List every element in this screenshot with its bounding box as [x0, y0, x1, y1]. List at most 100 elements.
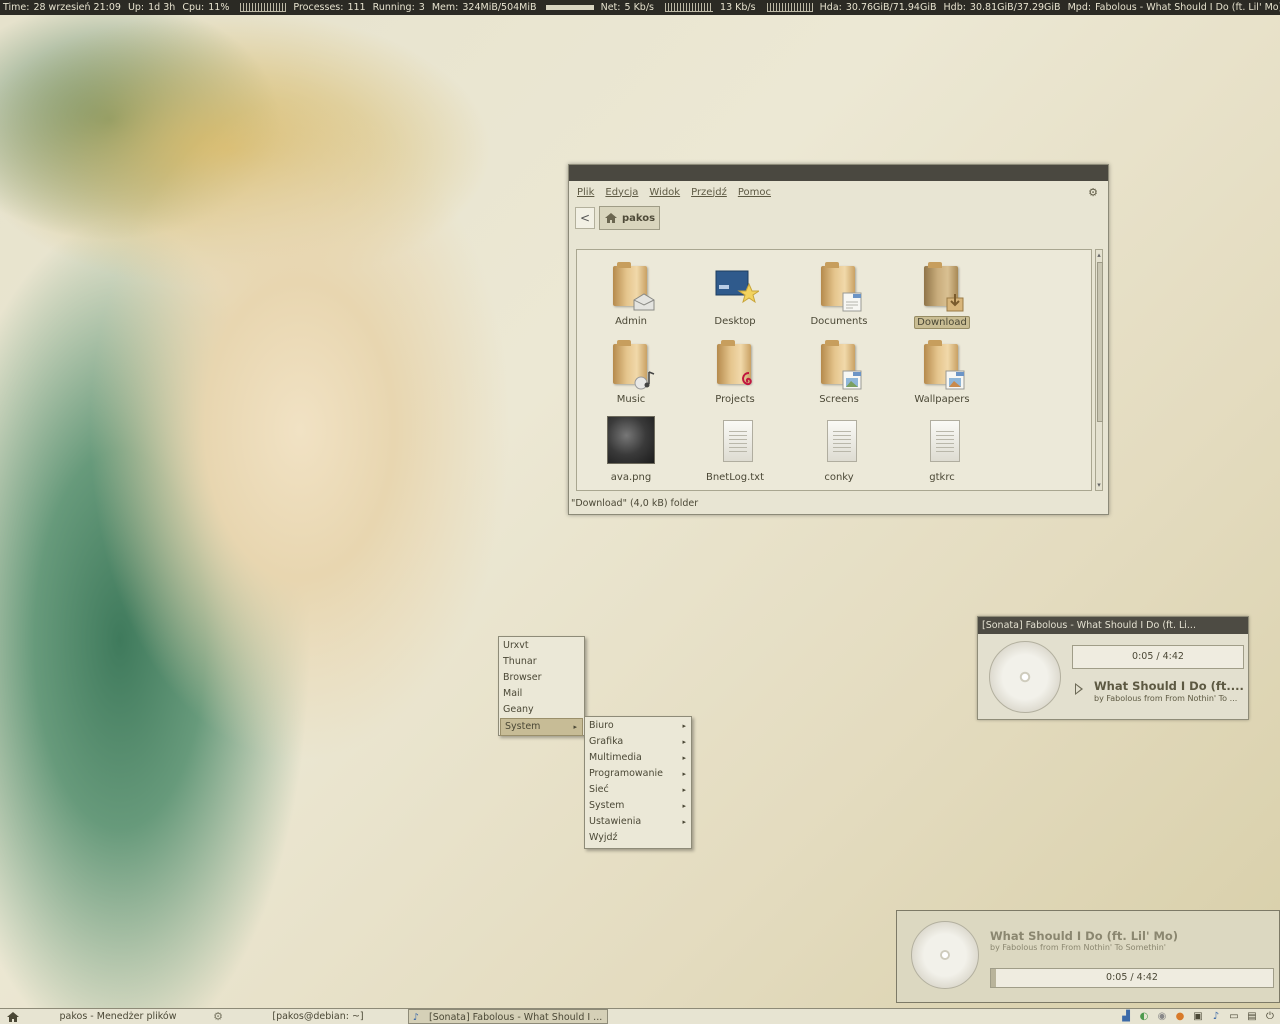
windows-list-icon[interactable]: ▤ [1246, 1011, 1258, 1023]
path-bar: < pakos [569, 203, 1108, 233]
taskbar: pakos - Menedżer plików ⚙ [pakos@debian:… [0, 1008, 1280, 1024]
submenu-arrow-icon: ▸ [573, 723, 577, 731]
window-titlebar[interactable] [569, 165, 1108, 181]
icon-view[interactable]: Admin Desktop Documents Download Music P… [576, 249, 1092, 491]
scroll-down-arrow-icon[interactable]: ▾ [1096, 481, 1102, 489]
power-icon[interactable]: ⏻ [1264, 1011, 1276, 1023]
mem-value: 324MiB/504MiB [462, 2, 537, 13]
file-manager-window[interactable]: Plik Edycja Widok Przejdź Pomoc ⚙ < pako… [568, 164, 1109, 515]
submenu-item-system[interactable]: System ▸ [585, 798, 691, 814]
cpu-graph [240, 3, 287, 12]
taskbar-item-terminal[interactable]: [pakos@debian: ~] [232, 1009, 404, 1024]
breadcrumb-label: pakos [622, 212, 656, 224]
sonata-progress-bar[interactable]: 0:05 / 4:42 [1072, 645, 1244, 669]
net-up-value: 13 Kb/s [720, 2, 756, 13]
status-bar: "Download" (4,0 kB) folder [571, 498, 699, 509]
back-button[interactable]: < [575, 207, 595, 229]
file-item-music[interactable]: Music [591, 338, 671, 405]
submenu-arrow-icon: ▸ [682, 738, 686, 746]
file-item-download[interactable]: Download [902, 260, 982, 329]
taskbar-item-file-manager[interactable]: pakos - Menedżer plików [30, 1009, 206, 1024]
menu-item-label: System [589, 800, 625, 811]
file-label: Wallpapers [914, 394, 970, 405]
submenu-arrow-icon: ▸ [682, 722, 686, 730]
menu-item-browser[interactable]: Browser [499, 670, 584, 686]
file-item-conky[interactable]: conky [799, 416, 879, 483]
menu-item-label: Biuro [589, 720, 614, 731]
scrollbar-thumb[interactable] [1097, 262, 1103, 422]
sonata-time: 0:05 / 4:42 [1132, 651, 1184, 662]
menu-view[interactable]: Widok [649, 187, 680, 198]
menu-file[interactable]: Plik [577, 187, 594, 198]
text-file-icon [914, 416, 970, 470]
file-item-projects[interactable]: Projects [695, 338, 775, 405]
file-label: Documents [810, 316, 868, 327]
gear-icon[interactable]: ⚙ [208, 1009, 228, 1024]
start-menu-button[interactable] [2, 1009, 24, 1024]
time-label: Time: [3, 2, 30, 13]
submenu-arrow-icon: ▸ [682, 786, 686, 794]
taskbar-item-sonata[interactable]: ♪ [Sonata] Fabolous - What Should I ... [408, 1009, 608, 1024]
scroll-up-arrow-icon[interactable]: ▴ [1096, 251, 1102, 259]
menu-go[interactable]: Przejdź [691, 187, 727, 198]
progress-fill [991, 969, 997, 987]
window-icon[interactable]: ▭ [1228, 1011, 1240, 1023]
menu-help[interactable]: Pomoc [738, 187, 771, 198]
mem-bar [545, 5, 594, 10]
mpd-label: Mpd: [1067, 2, 1092, 13]
chat-icon[interactable]: ◐ [1138, 1011, 1150, 1023]
home-icon [7, 1012, 19, 1022]
menu-item-thunar[interactable]: Thunar [499, 654, 584, 670]
music-note-icon[interactable]: ♪ [1210, 1011, 1222, 1023]
menu-item-system[interactable]: System ▸ [500, 718, 583, 736]
home-icon [605, 213, 617, 223]
file-item-bnetlog[interactable]: BnetLog.txt [695, 416, 775, 483]
text-file-icon [707, 416, 763, 470]
conky-status-bar: Time: 28 wrzesień 21:09 Up: 1d 3h Cpu: 11% … [0, 0, 1280, 15]
file-item-wallpapers[interactable]: Wallpapers [902, 338, 982, 405]
breadcrumb-home[interactable]: pakos [599, 206, 661, 230]
submenu-item-grafika[interactable]: Grafika ▸ [585, 734, 691, 750]
throbber-icon: ⚙ [1088, 185, 1098, 199]
disk-icon[interactable]: ◉ [1156, 1011, 1168, 1023]
file-label: Music [616, 394, 646, 405]
file-label: BnetLog.txt [705, 472, 765, 483]
terminal-icon[interactable]: ▣ [1192, 1011, 1204, 1023]
menu-item-mail[interactable]: Mail [499, 686, 584, 702]
submenu-item-ustawienia[interactable]: Ustawienia ▸ [585, 814, 691, 830]
folder-mail-icon [603, 260, 659, 314]
hda-label: Hda: [819, 2, 842, 13]
submenu-item-multimedia[interactable]: Multimedia ▸ [585, 750, 691, 766]
submenu-item-siec[interactable]: Sieć ▸ [585, 782, 691, 798]
vertical-scrollbar[interactable]: ▴ ▾ [1095, 249, 1103, 491]
file-item-documents[interactable]: Documents [799, 260, 879, 327]
sonata-window[interactable]: [Sonata] Fabolous - What Should I Do (ft… [977, 616, 1249, 720]
track-notification[interactable]: What Should I Do (ft. Lil' Mo) by Fabolo… [896, 910, 1280, 1003]
running-label: Running: [372, 2, 415, 13]
submenu-arrow-icon: ▸ [682, 802, 686, 810]
file-item-admin[interactable]: Admin [591, 260, 671, 327]
menu-edit[interactable]: Edycja [605, 187, 638, 198]
submenu-item-programowanie[interactable]: Programowanie ▸ [585, 766, 691, 782]
submenu-item-wyjdz[interactable]: Wyjdź [585, 830, 691, 846]
running-value: 3 [418, 2, 425, 13]
net-down-value: 5 Kb/s [624, 2, 654, 13]
cpu-label: Cpu: [182, 2, 205, 13]
menu-item-geany[interactable]: Geany [499, 702, 584, 718]
notification-song-title: What Should I Do (ft. Lil' Mo) [990, 929, 1179, 943]
file-label: conky [824, 472, 854, 483]
menu-item-urxvt[interactable]: Urxvt [499, 638, 584, 654]
play-icon[interactable] [1075, 683, 1083, 695]
file-item-screens[interactable]: Screens [799, 338, 879, 405]
taskbar-item-label: [Sonata] Fabolous - What Should I ... [429, 1012, 603, 1023]
sonata-title[interactable]: [Sonata] Fabolous - What Should I Do (ft… [978, 617, 1248, 634]
file-label: Screens [819, 394, 859, 405]
file-item-ava[interactable]: ava.png [591, 416, 671, 483]
submenu-item-biuro[interactable]: Biuro ▸ [585, 718, 691, 734]
menu-item-label: Grafika [589, 736, 624, 747]
submenu-arrow-icon: ▸ [682, 818, 686, 826]
file-item-desktop[interactable]: Desktop [695, 260, 775, 327]
network-icon[interactable]: ▟ [1120, 1011, 1132, 1023]
firefox-icon[interactable]: ● [1174, 1011, 1186, 1023]
file-item-gtkrc[interactable]: gtkrc [902, 416, 982, 483]
